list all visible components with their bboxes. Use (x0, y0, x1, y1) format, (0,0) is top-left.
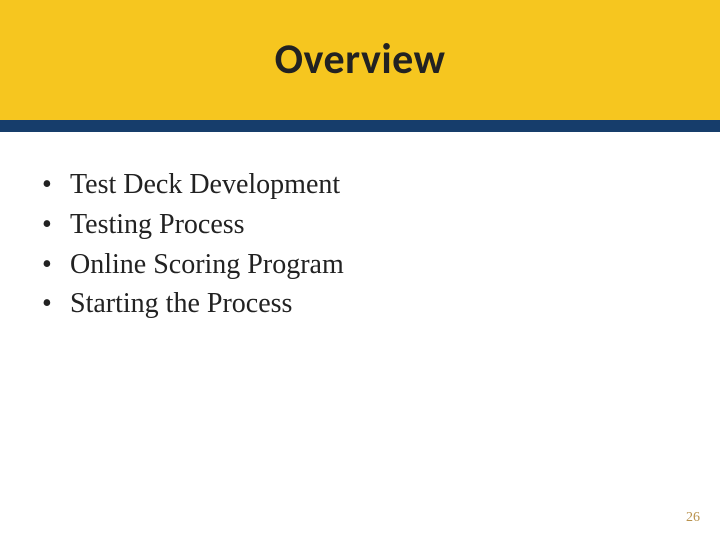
title-band: Overview (0, 0, 720, 120)
list-item: Testing Process (42, 206, 692, 244)
list-item: Starting the Process (42, 285, 692, 323)
list-item: Online Scoring Program (42, 246, 692, 284)
slide-title: Overview (0, 0, 720, 120)
bullet-list: Test Deck Development Testing Process On… (42, 166, 692, 323)
list-item: Test Deck Development (42, 166, 692, 204)
page-number: 26 (686, 510, 700, 526)
content-area: Test Deck Development Testing Process On… (0, 120, 720, 323)
